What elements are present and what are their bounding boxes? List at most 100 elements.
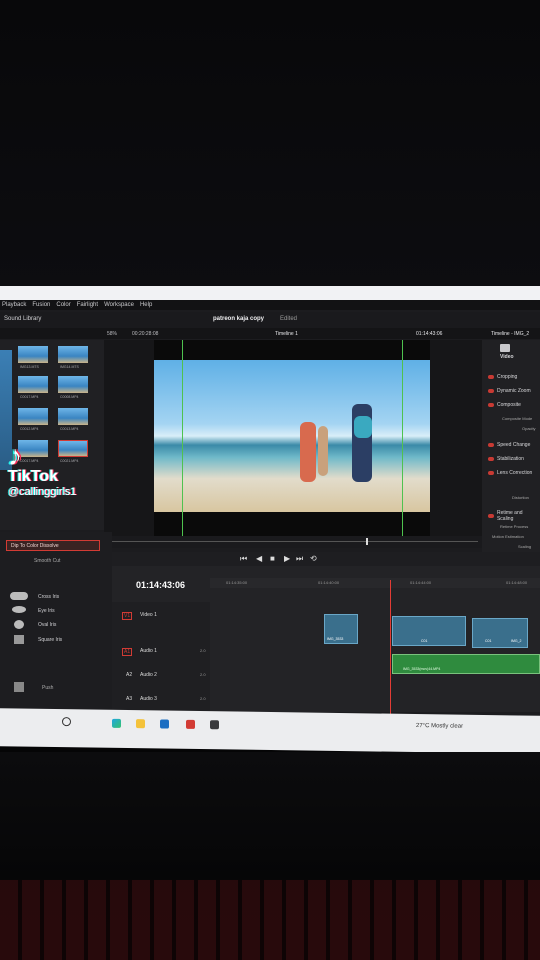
toggle-icon[interactable] — [488, 471, 494, 475]
clip-label: C01 — [485, 639, 492, 643]
toggle-icon[interactable] — [488, 514, 494, 518]
scrubber-bar[interactable] — [104, 536, 482, 548]
media-label: C0008.MP4 — [60, 395, 79, 399]
ruler-tick: 01:14:48:00 — [506, 580, 528, 585]
playhead[interactable] — [390, 580, 391, 714]
app-icon[interactable] — [186, 719, 195, 729]
cropping-row[interactable]: Cropping — [488, 374, 517, 380]
video-tab[interactable]: Video — [500, 354, 514, 360]
stabilization-row[interactable]: Stabilization — [488, 456, 524, 462]
file-explorer-icon[interactable] — [136, 719, 145, 729]
project-name: patreon kaja copy — [213, 316, 265, 322]
davinci-resolve-icon[interactable] — [210, 720, 219, 730]
toggle-icon[interactable] — [488, 457, 494, 461]
track-name: Audio 2 — [140, 672, 157, 678]
dynamic-zoom-row[interactable]: Dynamic Zoom — [488, 388, 531, 394]
toggle-icon[interactable] — [488, 375, 494, 379]
media-label: IMG14.MTS — [60, 365, 79, 369]
media-thumb[interactable] — [18, 376, 48, 393]
toggle-icon[interactable] — [488, 389, 494, 393]
scrub-handle[interactable] — [366, 538, 368, 545]
lens-correction-row[interactable]: Lens Correction — [488, 470, 532, 476]
media-thumb[interactable] — [58, 346, 88, 363]
track-id[interactable]: A1 — [122, 648, 133, 656]
zoom-level[interactable]: 58% — [107, 331, 117, 337]
edit-status: Edited — [280, 316, 298, 322]
toggle-icon[interactable] — [488, 443, 494, 447]
media-pool: IMG13.MTS IMG14.MTS C0017.MP4 C0008.MP4 … — [0, 340, 104, 530]
play-reverse-icon[interactable]: ◀ — [256, 554, 262, 563]
beach-frame — [154, 360, 430, 512]
media-thumb[interactable] — [58, 376, 88, 393]
menu-fusion[interactable]: Fusion — [32, 302, 50, 308]
track-level: 2.0 — [200, 672, 206, 677]
menu-help[interactable]: Help — [140, 302, 152, 308]
play-icon[interactable]: ▶ — [284, 554, 290, 563]
eye-iris-item[interactable]: Eye Iris — [38, 608, 55, 614]
toggle-icon[interactable] — [488, 403, 494, 407]
store-icon[interactable] — [160, 719, 169, 729]
timeline-selector[interactable]: Timeline 1 — [275, 331, 298, 337]
clip-label: C01 — [421, 639, 428, 643]
stop-icon[interactable]: ■ — [270, 554, 275, 563]
media-thumb[interactable] — [18, 346, 48, 363]
skip-back-icon[interactable]: ⏮ — [240, 554, 247, 564]
media-thumb[interactable] — [58, 408, 88, 425]
smooth-cut-item[interactable]: Smooth Cut — [34, 558, 60, 564]
clip-label: IMG_2 — [511, 639, 522, 643]
cross-iris-icon — [10, 592, 28, 600]
track-name: Audio 1 — [140, 648, 157, 654]
square-iris-icon — [14, 635, 24, 644]
square-iris-item[interactable]: Square Iris — [38, 637, 62, 643]
timeline-ruler[interactable]: 01:14:35:00 01:14:40:00 01:14:44:00 01:1… — [210, 578, 540, 588]
sound-library-tab[interactable]: Sound Library — [4, 316, 41, 322]
loop-icon[interactable]: ⟲ — [310, 554, 317, 563]
windows-taskbar: 27°C Mostly clear — [0, 708, 540, 754]
cross-iris-item[interactable]: Cross Iris — [38, 594, 59, 600]
video-clip[interactable]: IMG_3533 — [324, 614, 358, 644]
track-id[interactable]: A2 — [126, 672, 132, 678]
push-item[interactable]: Push — [42, 685, 53, 691]
record-timecode: 01:14:43:06 — [416, 331, 443, 337]
audio-clip[interactable]: IMG_3533(mov)44.MP4 — [392, 654, 540, 674]
figure-man-shirt — [354, 416, 372, 438]
menu-workspace[interactable]: Workspace — [104, 302, 134, 308]
weather-status[interactable]: 27°C Mostly clear — [416, 723, 463, 730]
section-label: Stabilization — [497, 456, 524, 462]
track-id[interactable]: V1 — [122, 612, 133, 620]
menu-fairlight[interactable]: Fairlight — [77, 302, 98, 308]
viewer-panel — [104, 340, 482, 536]
track-level: 2.0 — [200, 696, 206, 701]
video-preview[interactable] — [154, 340, 430, 536]
track-level: 2.0 — [200, 648, 206, 653]
push-icon — [14, 682, 24, 692]
room-background — [0, 0, 540, 290]
search-icon[interactable] — [62, 717, 71, 727]
dip-to-color-dissolve[interactable]: Dip To Color Dissolve — [6, 540, 100, 551]
oval-iris-item[interactable]: Oval Iris — [38, 622, 56, 628]
track-name: Video 1 — [140, 612, 157, 618]
speed-change-row[interactable]: Speed Change — [488, 442, 530, 448]
menu-color[interactable]: Color — [56, 302, 70, 308]
video-clip[interactable]: C01 IMG_2 — [472, 618, 528, 648]
video-clip[interactable]: C01 — [392, 616, 466, 646]
edge-icon[interactable] — [112, 718, 121, 728]
media-label: C0017.MP4 — [20, 395, 39, 399]
section-label: Retime and Scaling — [496, 510, 523, 522]
eye-iris-icon — [12, 606, 26, 613]
retime-row[interactable]: Retime and Scaling — [488, 510, 540, 522]
media-thumb[interactable] — [18, 408, 48, 425]
clip-label: IMG_3533(mov)44.MP4 — [403, 667, 441, 671]
video-tab-icon[interactable] — [500, 344, 510, 352]
keyboard-glow — [0, 880, 540, 960]
skip-forward-icon[interactable]: ⏭ — [296, 554, 303, 564]
media-label: C0013.MP4 — [60, 427, 79, 431]
composite-row[interactable]: Composite — [488, 402, 521, 408]
menu-playback[interactable]: Playback — [2, 302, 26, 308]
ruler-tick: 01:14:40:00 — [318, 580, 340, 585]
timeline-panel: 01:14:43:06 01:14:35:00 01:14:40:00 01:1… — [112, 566, 540, 714]
track-id[interactable]: A3 — [126, 696, 132, 702]
inspector-panel: Video Cropping Dynamic Zoom Composite Co… — [482, 340, 540, 570]
menu-bar: Playback Fusion Color Fairlight Workspac… — [0, 300, 540, 310]
tiktok-brand: TikTok — [8, 468, 59, 485]
